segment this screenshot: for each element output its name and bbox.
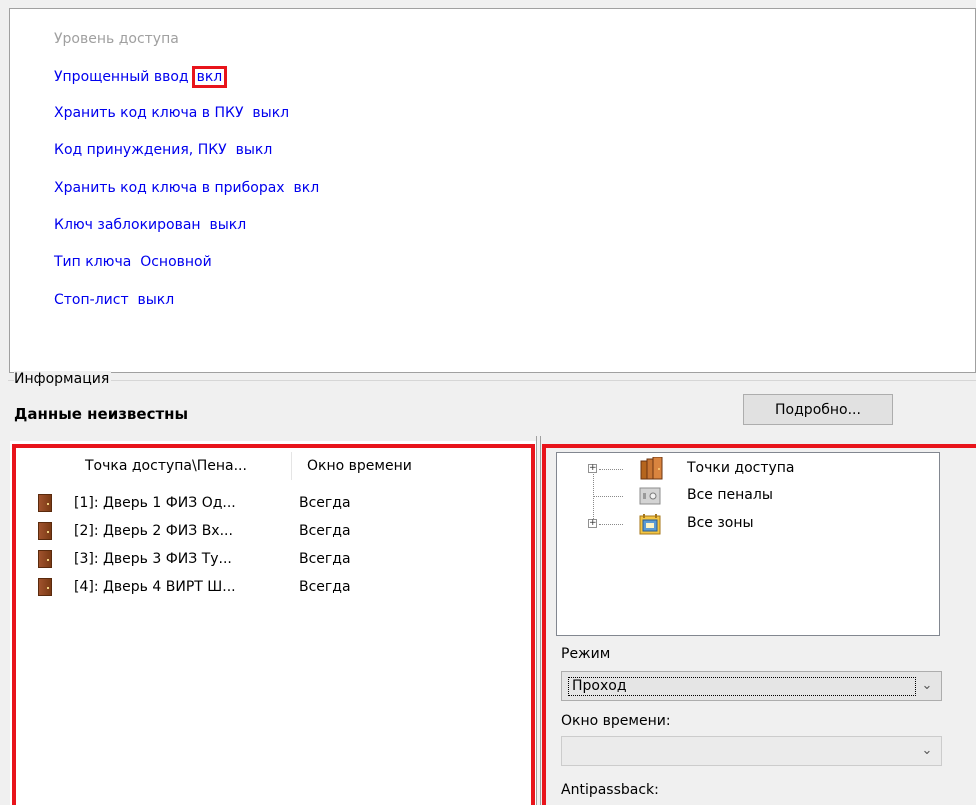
details-button[interactable]: Подробно... (743, 394, 893, 425)
column-header-time-window[interactable]: Окно времени (292, 452, 530, 480)
tree-item-label: Все зоны (687, 515, 754, 531)
simplified-entry-label: Упрощенный ввод (54, 69, 189, 85)
antipassback-label: Antipassback: (561, 782, 659, 798)
tree-line (599, 524, 623, 525)
zones-icon (639, 514, 661, 535)
chevron-down-icon[interactable]: ⌄ (917, 741, 937, 761)
highlight-frame-right-edge (542, 444, 546, 805)
duress-code-link[interactable]: Код принуждения, ПКУ выкл (54, 142, 272, 158)
expand-icon[interactable]: + (588, 464, 597, 473)
time-window-select[interactable]: ⌄ (561, 736, 942, 766)
key-type-link[interactable]: Тип ключа Основной (54, 254, 212, 270)
table-row[interactable]: [1]: Дверь 1 ФИЗ Од... Всегда (38, 489, 351, 517)
simplified-entry-link[interactable]: Упрощенный ввод вкл (54, 66, 228, 88)
door-icon (38, 578, 52, 596)
table-row[interactable]: [4]: Дверь 4 ВИРТ Ш... Всегда (38, 573, 351, 601)
access-level-label: Уровень доступа (54, 31, 179, 47)
tree-item-label: Точки доступа (687, 460, 795, 476)
tree-item-safes[interactable]: Все пеналы (557, 483, 937, 509)
tree-item-label: Все пеналы (687, 487, 773, 503)
access-point-name: [1]: Дверь 1 ФИЗ Од... (74, 495, 236, 511)
mode-label: Режим (561, 646, 611, 662)
store-key-devices-link[interactable]: Хранить код ключа в приборах вкл (54, 180, 319, 196)
mode-select[interactable]: Проход ⌄ (561, 671, 942, 701)
chevron-down-icon[interactable]: ⌄ (917, 676, 937, 696)
tree-line (599, 469, 623, 470)
simplified-entry-value[interactable]: вкл (191, 66, 228, 88)
pane-splitter-edge (540, 436, 541, 805)
tree-item-access-points[interactable]: + Точки доступа (557, 456, 937, 482)
table-row[interactable]: [2]: Дверь 2 ФИЗ Вх... Всегда (38, 517, 351, 545)
safe-icon (639, 487, 661, 505)
pane-splitter[interactable] (536, 436, 537, 805)
door-icon (38, 494, 52, 512)
time-window-value: Всегда (299, 551, 351, 567)
time-window-value: Всегда (299, 579, 351, 595)
tree-line (594, 496, 623, 497)
tree-item-zones[interactable]: + Все зоны (557, 511, 937, 537)
access-tree: + Точки доступа Все пеналы + Все зоны (556, 452, 940, 636)
info-value: Данные неизвестны (14, 405, 189, 423)
column-header-access-point[interactable]: Точка доступа\Пена... (70, 452, 292, 480)
time-window-value: Всегда (299, 495, 351, 511)
access-properties-panel: Уровень доступа Упрощенный ввод вкл Храни… (9, 8, 976, 373)
expand-icon[interactable]: + (588, 519, 597, 528)
access-point-name: [2]: Дверь 2 ФИЗ Вх... (74, 523, 233, 539)
stop-list-link[interactable]: Стоп-лист выкл (54, 292, 174, 308)
door-icon (38, 550, 52, 568)
door-icon (38, 522, 52, 540)
store-key-pku-link[interactable]: Хранить код ключа в ПКУ выкл (54, 105, 289, 121)
table-row[interactable]: [3]: Дверь 3 ФИЗ Ту... Всегда (38, 545, 351, 573)
doors-icon (640, 457, 663, 480)
time-window-value: Всегда (299, 523, 351, 539)
info-group-label: Информация (14, 371, 112, 387)
info-group-border (8, 380, 976, 381)
access-point-name: [3]: Дверь 3 ФИЗ Ту... (74, 551, 232, 567)
grid-header: Точка доступа\Пена... Окно времени (70, 452, 530, 480)
time-window-label: Окно времени: (561, 713, 671, 729)
key-blocked-link[interactable]: Ключ заблокирован выкл (54, 217, 246, 233)
mode-select-value: Проход (568, 677, 916, 696)
access-point-name: [4]: Дверь 4 ВИРТ Ш... (74, 579, 236, 595)
